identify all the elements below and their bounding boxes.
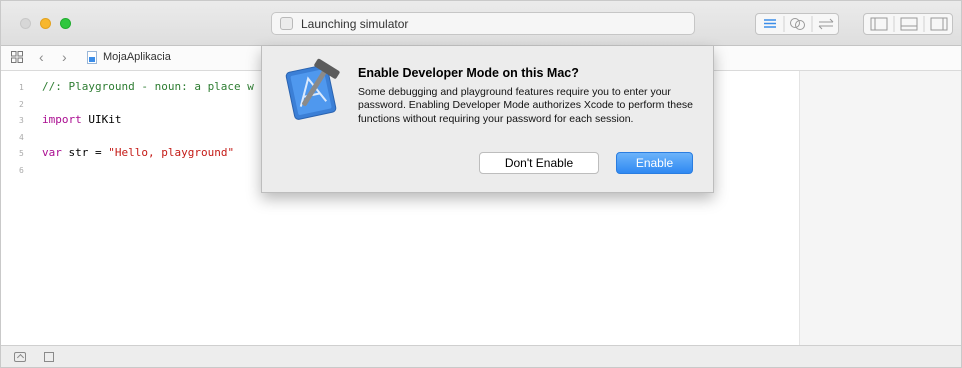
related-items-grid-icon[interactable]: [11, 51, 23, 63]
line-number: 3: [19, 116, 24, 125]
forward-button[interactable]: ›: [62, 49, 67, 65]
zoom-window-button[interactable]: [60, 18, 71, 29]
dialog-title: Enable Developer Mode on this Mac?: [358, 66, 579, 80]
simulator-icon: [280, 17, 293, 30]
navigator-toggle-icon[interactable]: [870, 17, 888, 31]
line-number: 6: [19, 165, 24, 175]
developer-mode-dialog: Enable Developer Mode on this Mac? Some …: [261, 46, 714, 193]
code-token: //: Playground - noun: a place w: [42, 80, 254, 93]
assistant-editor-icon[interactable]: [790, 18, 805, 30]
activity-viewer: Launching simulator: [271, 12, 695, 35]
show-debug-area-icon[interactable]: [14, 352, 26, 362]
toolbar: Launching simulator: [1, 1, 961, 46]
code-token: "Hello, playground": [108, 146, 235, 159]
results-sidebar: [799, 71, 961, 345]
activity-status: Launching simulator: [301, 17, 409, 31]
line-number: 4: [19, 132, 24, 142]
editor-mode-icons: [764, 16, 834, 32]
enable-button[interactable]: Enable: [616, 152, 693, 174]
code-line: var str = "Hello, playground": [42, 146, 234, 159]
back-button[interactable]: ‹: [39, 49, 44, 65]
xcode-hammer-icon: [285, 58, 340, 120]
dont-enable-button[interactable]: Don't Enable: [479, 152, 599, 174]
stop-icon[interactable]: [44, 352, 54, 362]
debug-area-toggle-icon[interactable]: [900, 17, 918, 31]
code-token: import: [42, 113, 82, 126]
code-line: import UIKit: [42, 113, 122, 126]
minimize-window-button[interactable]: [40, 18, 51, 29]
breadcrumb-file[interactable]: MojaAplikacia: [103, 51, 171, 63]
editor-mode-control: [755, 13, 839, 35]
code-token: var: [42, 146, 62, 159]
code-token: UIKit: [81, 113, 122, 126]
line-number: 1: [19, 83, 24, 92]
close-window-button[interactable]: [20, 18, 31, 29]
view-toggle-control: [863, 13, 953, 35]
dialog-message: Some debugging and playground features r…: [358, 86, 694, 125]
code-token: str =: [61, 146, 109, 159]
line-number: 2: [19, 99, 24, 109]
xcode-window: Launching simulator ‹ › MojaAplikacia 1 …: [0, 0, 962, 368]
code-line: //: Playground - noun: a place w: [42, 80, 254, 93]
playground-file-icon: [87, 51, 97, 64]
view-toggle-icons: [870, 16, 948, 32]
line-number-gutter: 1 2 3 4 5 6: [1, 71, 31, 345]
utilities-toggle-icon[interactable]: [930, 17, 948, 31]
bottom-bar: [1, 345, 961, 367]
version-editor-icon[interactable]: [818, 18, 834, 30]
standard-editor-icon[interactable]: [764, 19, 776, 28]
line-number: 5: [19, 149, 24, 158]
